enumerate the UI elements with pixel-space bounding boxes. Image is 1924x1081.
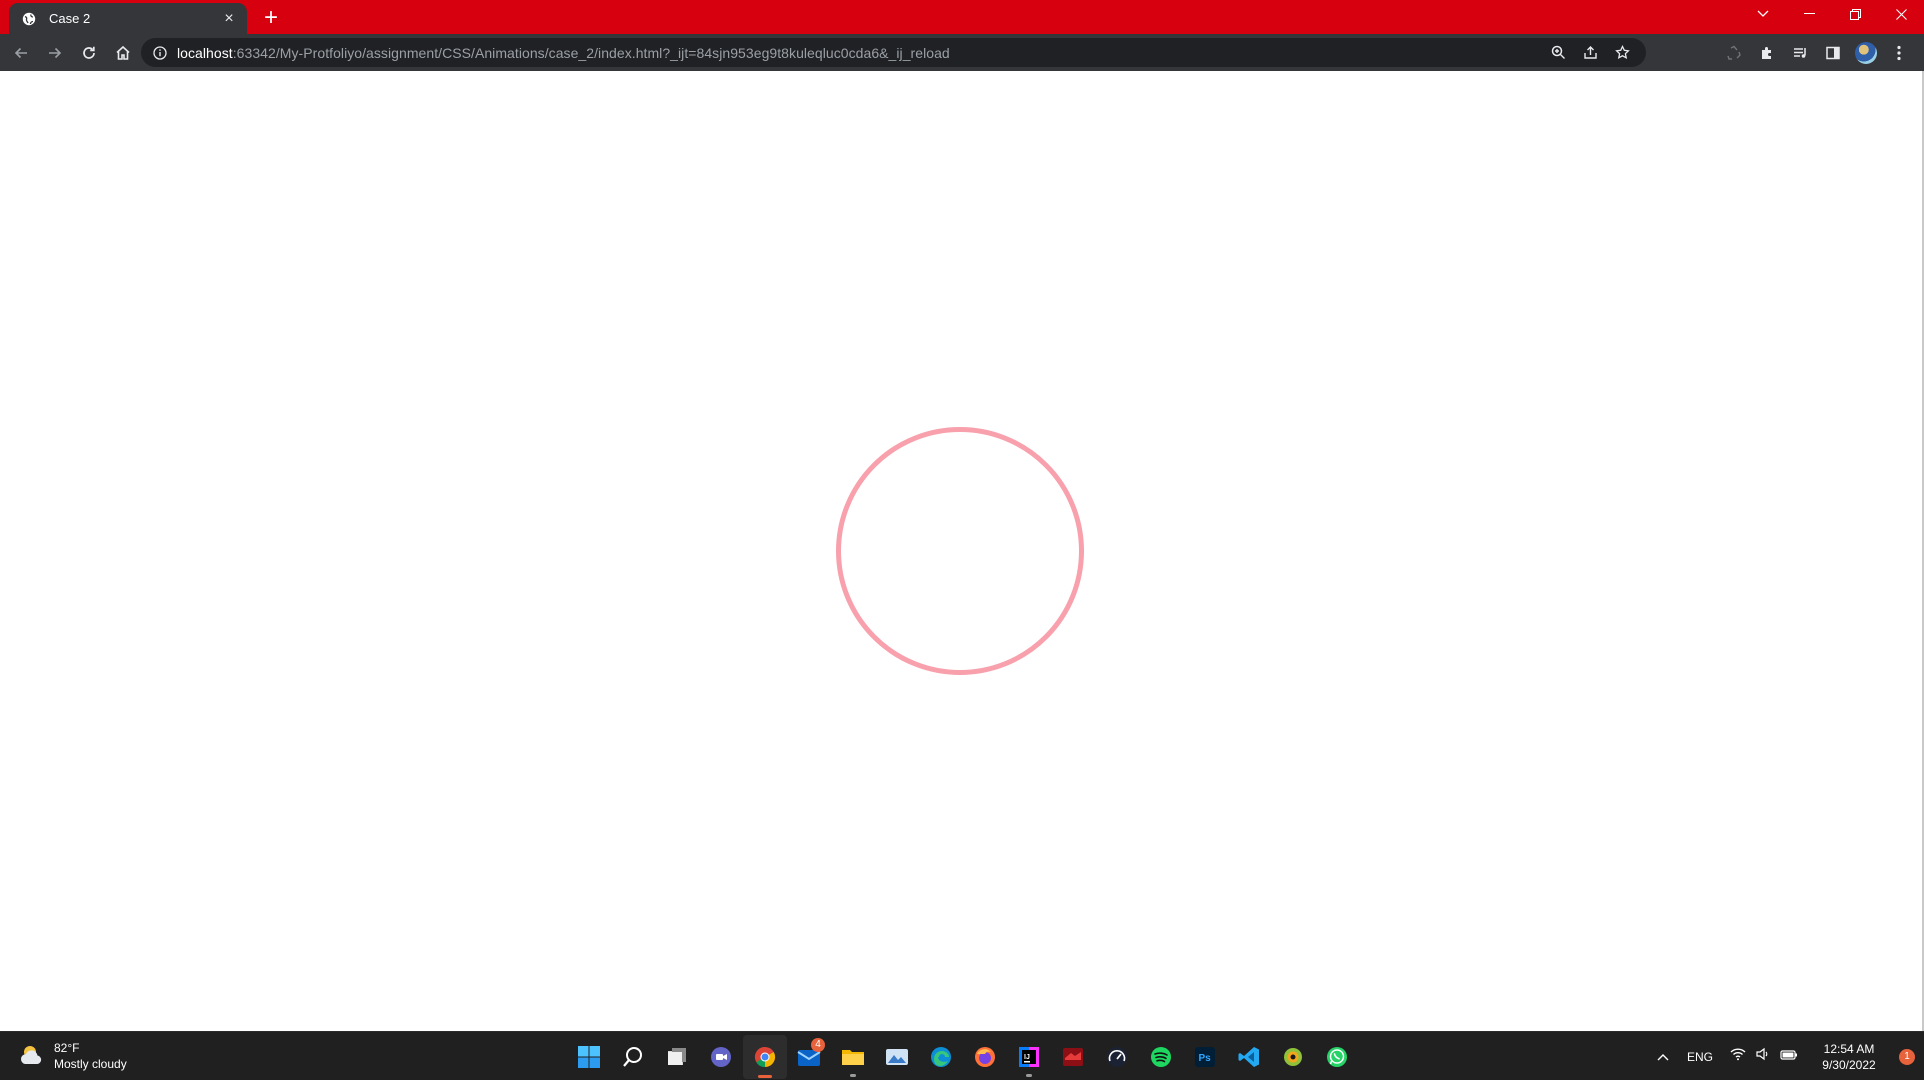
firefox-icon[interactable] (963, 1035, 1007, 1079)
weather-temp: 82°F (54, 1041, 80, 1055)
wifi-icon (1730, 1047, 1746, 1066)
search-icon[interactable] (611, 1035, 655, 1079)
new-tab-button[interactable]: + (258, 5, 284, 31)
omnibox-actions (1542, 38, 1638, 67)
tab-case-2[interactable]: Case 2 × (9, 3, 247, 34)
clock-date: 9/30/2022 (1822, 1057, 1876, 1072)
animated-circle (836, 427, 1084, 675)
forward-arrow-icon[interactable] (40, 38, 70, 68)
language-indicator[interactable]: ENG (1680, 1032, 1720, 1081)
back-arrow-icon[interactable] (6, 38, 36, 68)
restore-icon[interactable] (1832, 0, 1878, 28)
home-icon[interactable] (108, 38, 138, 68)
spotify-icon[interactable] (1139, 1035, 1183, 1079)
speedometer-icon[interactable] (1095, 1035, 1139, 1079)
page-viewport (0, 71, 1924, 1031)
media-queue-icon[interactable] (1783, 34, 1816, 71)
bookmark-star-icon[interactable] (1606, 38, 1638, 67)
taskbar-apps: 4 IJ Ps (567, 1032, 1359, 1081)
edge-icon[interactable] (919, 1035, 963, 1079)
weather-text: 82°F Mostly cloudy (54, 1040, 127, 1072)
svg-text:IJ: IJ (1024, 1054, 1030, 1061)
side-panel-icon[interactable] (1816, 34, 1849, 71)
windows-taskbar: 82°F Mostly cloudy 4 IJ Ps ENG 12:54 AM … (0, 1031, 1924, 1080)
tray-overflow-chevron-icon[interactable] (1646, 1032, 1680, 1081)
active-indicator (758, 1074, 772, 1078)
whatsapp-icon[interactable] (1315, 1035, 1359, 1079)
windows-start-icon[interactable] (567, 1035, 611, 1079)
system-tray: ENG 12:54 AM 9/30/2022 1 (1646, 1032, 1924, 1081)
notification-badge: 1 (1899, 1048, 1915, 1065)
reload-icon[interactable] (74, 38, 104, 68)
recycle-extension-icon[interactable] (1717, 34, 1750, 71)
close-window-icon[interactable] (1878, 0, 1924, 28)
zoom-icon[interactable] (1542, 38, 1574, 67)
snail-app-icon[interactable] (1271, 1035, 1315, 1079)
url-host: localhost (177, 44, 233, 61)
url-text: localhost:63342/My-Protfoliyo/assignment… (177, 45, 950, 61)
teams-chat-icon[interactable] (699, 1035, 743, 1079)
volume-icon (1756, 1047, 1770, 1066)
tab-title: Case 2 (49, 11, 91, 26)
task-view-icon[interactable] (655, 1035, 699, 1079)
puzzle-extensions-icon[interactable] (1750, 34, 1783, 71)
globe-icon (21, 11, 37, 27)
mail-badge: 4 (811, 1037, 825, 1052)
tab-close-icon[interactable]: × (220, 10, 238, 28)
profile-avatar[interactable] (1849, 34, 1882, 71)
svg-text:Ps: Ps (1199, 1053, 1212, 1064)
address-bar[interactable]: localhost:63342/My-Protfoliyo/assignment… (141, 38, 1646, 67)
window-controls (1740, 0, 1924, 28)
notification-center[interactable]: 1 (1890, 1032, 1924, 1081)
clock[interactable]: 12:54 AM 9/30/2022 (1808, 1032, 1890, 1081)
browser-toolbar: localhost:63342/My-Protfoliyo/assignment… (0, 34, 1924, 71)
minimize-icon[interactable] (1786, 0, 1832, 28)
chrome-icon[interactable] (743, 1034, 787, 1079)
browser-tab-strip: Case 2 × + (0, 0, 1924, 34)
kebab-menu-icon[interactable] (1882, 34, 1915, 71)
avatar (1854, 41, 1877, 64)
running-indicator (850, 1073, 856, 1077)
weather-widget[interactable]: 82°F Mostly cloudy (18, 1040, 127, 1072)
quick-settings[interactable] (1720, 1032, 1808, 1081)
clock-time: 12:54 AM (1823, 1041, 1875, 1056)
browser-right-tools (1717, 34, 1915, 71)
vscode-icon[interactable] (1227, 1035, 1271, 1079)
tab-search-chevron-icon[interactable] (1740, 0, 1786, 28)
red-app-icon[interactable] (1051, 1035, 1095, 1079)
partly-cloudy-icon (18, 1042, 46, 1070)
weather-condition: Mostly cloudy (54, 1057, 127, 1071)
file-explorer-icon[interactable] (831, 1035, 875, 1079)
running-indicator (1026, 1073, 1032, 1077)
intellij-icon[interactable]: IJ (1007, 1035, 1051, 1079)
battery-charging-icon (1780, 1048, 1798, 1066)
url-path: :63342/My-Protfoliyo/assignment/CSS/Anim… (232, 44, 950, 61)
mail-icon[interactable]: 4 (787, 1035, 831, 1079)
share-icon[interactable] (1574, 38, 1606, 67)
photoshop-icon[interactable]: Ps (1183, 1035, 1227, 1079)
site-info-icon[interactable] (151, 44, 169, 62)
photos-icon[interactable] (875, 1035, 919, 1079)
